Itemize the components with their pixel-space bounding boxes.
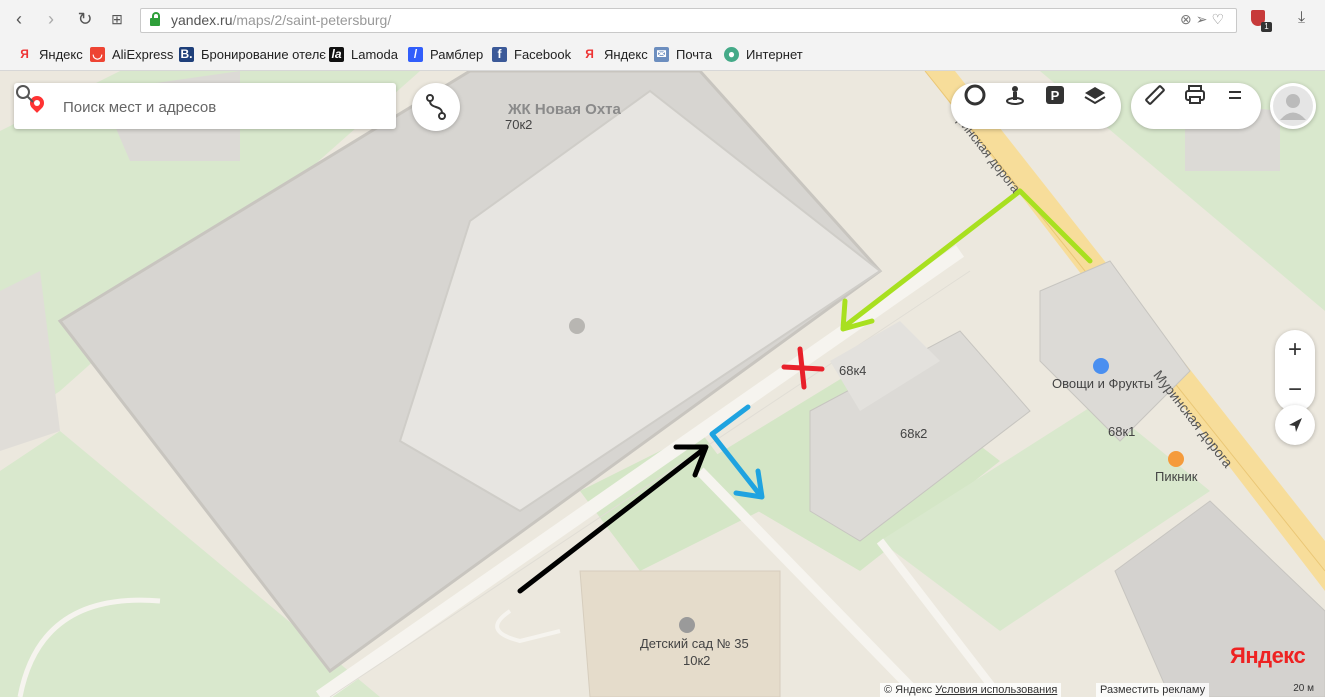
aliexpress-icon: ◡	[90, 46, 105, 62]
traffic-icon[interactable]	[963, 83, 987, 107]
layers-icon[interactable]	[1083, 83, 1107, 107]
ruler-icon[interactable]	[1143, 83, 1167, 107]
shopping-cart-icon[interactable]	[1093, 358, 1109, 374]
building-number: 68к4	[839, 363, 867, 378]
rambler-icon: /	[408, 46, 423, 62]
heart-icon[interactable]: ♡	[1211, 11, 1228, 27]
reload-icon[interactable]: ↻	[74, 8, 96, 30]
map-footer: © Яндекс Условия использования Разместит…	[0, 683, 1325, 697]
terms-link[interactable]: Условия использования	[935, 684, 1057, 696]
poi-label-cafe[interactable]: Пикник	[1155, 469, 1197, 484]
bookmark-label: Яндекс	[39, 46, 83, 62]
internet-icon: ●	[724, 46, 739, 62]
user-icon	[1273, 86, 1313, 126]
address-actions: ⊗➢♡	[1180, 11, 1228, 28]
footpath	[495, 609, 561, 644]
bookmark-rambler[interactable]: / Рамблер	[408, 45, 483, 63]
bookmark-mail[interactable]: ✉ Почта	[654, 45, 712, 63]
panorama-icon[interactable]	[1003, 83, 1027, 107]
poi-label-shop[interactable]: Овощи и Фрукты	[1052, 376, 1153, 391]
complex-label: ЖК Новая Охта	[508, 101, 621, 118]
bookmark-facebook[interactable]: f Facebook	[492, 45, 571, 63]
block-icon[interactable]: ⊗	[1180, 11, 1196, 27]
poi-label-kindergarten[interactable]: Детский сад № 35	[640, 636, 749, 651]
bookmark-yandex[interactable]: Я Яндекс	[17, 45, 83, 63]
address-bar[interactable]: yandex.ru/maps/2/saint-petersburg/ ⊗➢♡	[140, 8, 1237, 33]
school-icon[interactable]	[679, 617, 695, 633]
parking-icon[interactable]: P	[1043, 83, 1067, 107]
print-icon[interactable]	[1183, 83, 1207, 107]
tools-toolbar	[1131, 83, 1261, 129]
map-canvas[interactable]: ЖК Новая Охта 70к2 68к4 68к2 68к1 10к2 О…	[0, 71, 1325, 697]
building-number: 68к1	[1108, 424, 1136, 439]
red-cross	[781, 364, 825, 372]
booking-icon: B.	[179, 46, 194, 62]
bookmark-yandex-2[interactable]: Я Яндекс	[582, 45, 648, 63]
route-button[interactable]	[412, 83, 460, 131]
lock-icon	[150, 12, 160, 26]
facebook-icon: f	[492, 46, 507, 62]
search-input[interactable]	[61, 95, 355, 119]
building-number: 10к2	[683, 653, 711, 668]
search-icon[interactable]	[14, 83, 36, 105]
zoom-in-button[interactable]: +	[1275, 330, 1315, 370]
yandex-logo: Яндекс	[1230, 643, 1306, 669]
url-path: /maps/2/saint-petersburg/	[232, 12, 392, 28]
bookmark-label: Facebook	[514, 46, 572, 62]
zoom-out-button[interactable]: −	[1275, 370, 1315, 410]
scale-label: 20 м	[1293, 683, 1314, 694]
building-number: 70к2	[505, 117, 533, 132]
svg-text:P: P	[1051, 88, 1060, 103]
bookmark-label: Бронирование отелє	[201, 46, 326, 62]
bookmark-aliexpress[interactable]: ◡ AliExpress	[90, 45, 173, 63]
geolocation-button[interactable]	[1275, 405, 1315, 445]
send-icon[interactable]: ➢	[1196, 11, 1212, 27]
search-box	[14, 83, 396, 129]
building-68k1	[1039, 260, 1191, 442]
copyright-text: © Яндекс	[884, 684, 933, 696]
place-icon[interactable]	[569, 318, 585, 334]
lamoda-icon: la	[329, 46, 344, 62]
scale-bar: 20 м	[1238, 683, 1314, 695]
restaurant-icon[interactable]	[1168, 451, 1184, 467]
copyright: © Яндекс Условия использования	[880, 683, 1062, 697]
forward-icon[interactable]: ›	[40, 8, 62, 30]
bookmark-label: Рамблер	[430, 46, 484, 62]
bookmark-internet[interactable]: ● Интернет	[724, 45, 803, 63]
location-arrow-icon	[1289, 418, 1302, 432]
avatar[interactable]	[1270, 83, 1316, 129]
extension-badge: 1	[1261, 22, 1272, 32]
browser-chrome: ‹ › ↻ ⊞ yandex.ru/maps/2/saint-petersbur…	[0, 0, 1325, 71]
bookmark-lamoda[interactable]: la Lamoda	[329, 45, 398, 63]
bookmark-label: Почта	[676, 46, 713, 62]
back-icon[interactable]: ‹	[8, 8, 30, 30]
bookmark-label: AliExpress	[112, 46, 174, 62]
advertise-link[interactable]: Разместить рекламу	[1096, 683, 1210, 697]
url-domain: yandex.ru	[171, 12, 233, 28]
bookmark-label: Интернет	[746, 46, 803, 62]
address-url: yandex.ru/maps/2/saint-petersburg/	[171, 12, 391, 28]
bookmarks-bar: Я Яндекс ◡ AliExpress B. Бронирование отелє…	[0, 40, 1325, 66]
tabs-grid-icon[interactable]: ⊞	[106, 8, 128, 30]
building-number: 68к2	[900, 426, 928, 441]
menu-icon[interactable]	[1223, 83, 1247, 107]
browser-toolbar: ‹ › ↻ ⊞ yandex.ru/maps/2/saint-petersbur…	[0, 0, 1325, 38]
yandex-icon: Я	[585, 46, 594, 61]
bookmark-label: Lamoda	[351, 46, 398, 62]
kindergarten-building	[579, 570, 781, 697]
download-icon[interactable]: ⤓	[1298, 9, 1305, 27]
layers-toolbar: P	[951, 83, 1121, 129]
yandex-icon: Я	[20, 46, 29, 61]
mail-icon: ✉	[654, 46, 669, 62]
yandex-logo-text: Яндекс	[1230, 643, 1306, 668]
bookmark-label: Яндекс	[604, 46, 648, 62]
route-icon	[426, 94, 446, 120]
bookmark-booking[interactable]: B. Бронирование отелє	[179, 45, 326, 63]
zoom-control: + −	[1275, 330, 1315, 412]
